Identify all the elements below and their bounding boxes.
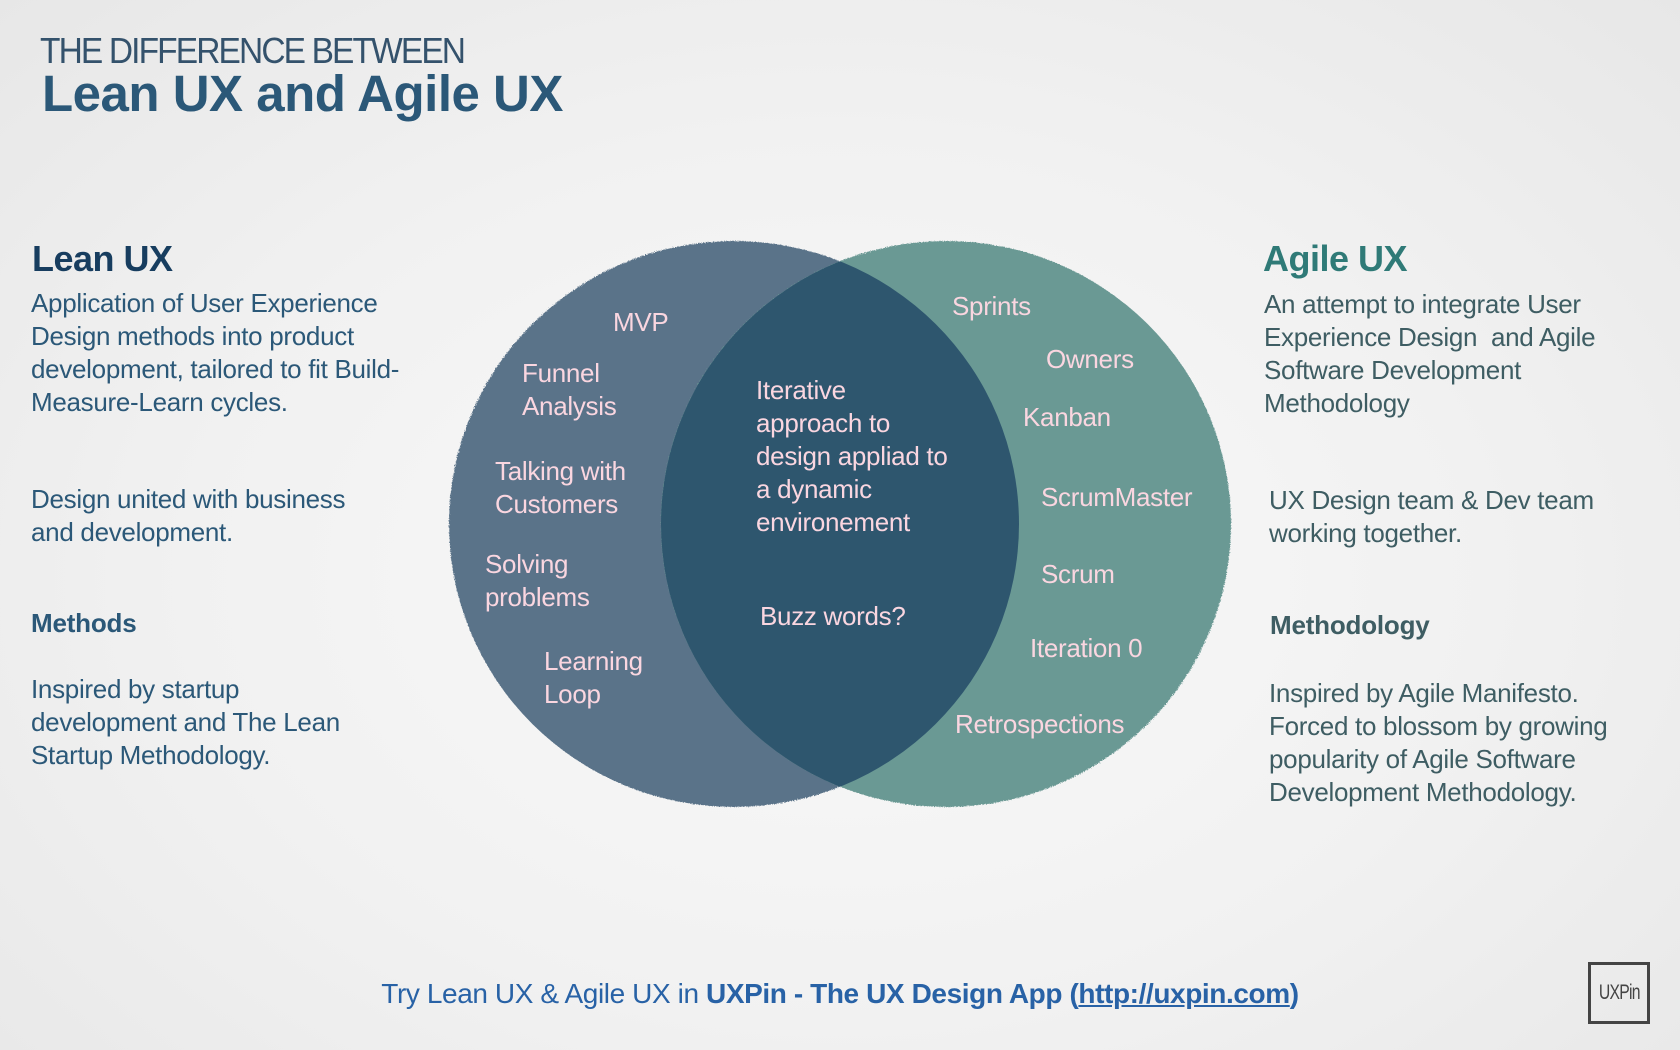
venn-label-lean: Talking with Customers: [495, 455, 626, 521]
venn-label-agile: Scrum: [1041, 558, 1115, 591]
footer-cta: Try Lean UX & Agile UX in UXPin - The UX…: [0, 978, 1680, 1010]
venn-label-lean: Solving problems: [485, 548, 590, 614]
uxpin-link[interactable]: http://uxpin.com: [1078, 978, 1290, 1009]
footer-suffix: ): [1289, 978, 1299, 1009]
text-line: ScrumMaster: [1041, 482, 1193, 512]
venn-label-agile: Sprints: [952, 290, 1031, 323]
venn-label-agile: Retrospections: [955, 708, 1125, 741]
text-line: Buzz words?: [760, 601, 906, 631]
text-line: environement: [756, 507, 910, 537]
text-line: Funnel: [522, 358, 600, 388]
text-line: Retrospections: [955, 709, 1125, 739]
venn-label-lean: Funnel Analysis: [522, 357, 617, 423]
uxpin-logo: UXPin: [1588, 962, 1650, 1024]
footer-prefix: Try Lean UX & Agile UX in: [381, 978, 706, 1009]
text-line: Iterative: [756, 375, 846, 405]
text-line: Customers: [495, 489, 618, 519]
venn-label-lean: Learning Loop: [544, 645, 643, 711]
venn-label-lean: MVP: [613, 306, 669, 339]
footer-app-name: UXPin - The UX Design App (: [706, 978, 1079, 1009]
text-line: Scrum: [1041, 559, 1115, 589]
text-line: a dynamic: [756, 474, 872, 504]
text-line: Owners: [1046, 344, 1134, 374]
text-line: Analysis: [522, 391, 617, 421]
venn-label-overlap: Iterative approach to design appliad to …: [756, 374, 948, 539]
venn-label-agile: Iteration 0: [1030, 632, 1143, 665]
venn-label-agile: Owners: [1046, 343, 1134, 376]
text-line: MVP: [613, 307, 669, 337]
text-line: Solving: [485, 549, 569, 579]
text-line: Loop: [544, 679, 601, 709]
text-line: approach to: [756, 408, 891, 438]
venn-label-overlap: Buzz words?: [760, 600, 906, 633]
venn-label-agile: ScrumMaster: [1041, 481, 1193, 514]
text-line: Learning: [544, 646, 643, 676]
text-line: Kanban: [1023, 402, 1111, 432]
text-line: Sprints: [952, 291, 1031, 321]
text-line: Iteration 0: [1030, 633, 1143, 663]
text-line: design appliad to: [756, 441, 948, 471]
venn-label-agile: Kanban: [1023, 401, 1111, 434]
text-line: problems: [485, 582, 590, 612]
logo-text: UXPin: [1598, 981, 1641, 1004]
text-line: Talking with: [495, 456, 626, 486]
